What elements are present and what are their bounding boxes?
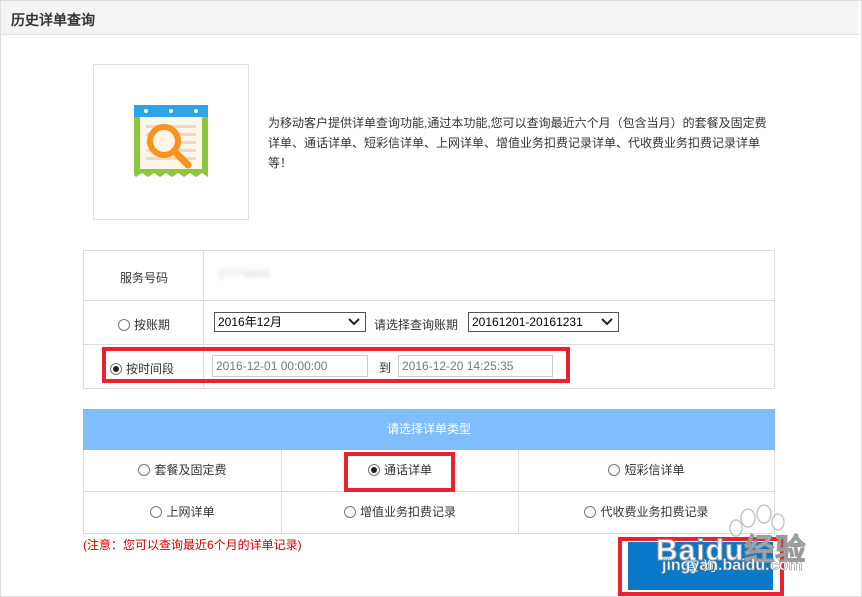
bill-search-icon bbox=[134, 105, 208, 177]
highlight-call-detail bbox=[344, 452, 455, 492]
service-number-row: 服务号码 1****4444 bbox=[84, 251, 774, 301]
chevron-down-icon bbox=[348, 318, 360, 326]
chevron-down-icon bbox=[601, 318, 613, 326]
type-radio[interactable] bbox=[584, 506, 597, 518]
detail-type-header: 请选择详单类型 bbox=[83, 409, 775, 450]
type-option-sms[interactable]: 短彩信详单 bbox=[519, 450, 774, 491]
highlight-time-range bbox=[102, 347, 570, 383]
notice-text: (注意：您可以查询最近6个月的详单记录) bbox=[83, 538, 302, 552]
service-number-label: 服务号码 bbox=[119, 271, 168, 285]
by-period-radio[interactable] bbox=[117, 319, 130, 331]
month-select[interactable]: 2016年12月 bbox=[214, 312, 366, 332]
type-option-internet[interactable]: 上网详单 bbox=[84, 492, 281, 533]
feature-description: 为移动客户提供详单查询功能,通过本功能,您可以查询最近六个月（包含当月）的套餐及… bbox=[268, 116, 767, 170]
type-radio[interactable] bbox=[343, 506, 356, 518]
page-title: 历史详单查询 bbox=[11, 12, 95, 28]
type-option-value-added[interactable]: 增值业务扣费记录 bbox=[282, 492, 518, 533]
watermark-url: jingyan.baidu.com bbox=[662, 557, 803, 575]
type-radio[interactable] bbox=[608, 464, 621, 476]
feature-illustration bbox=[93, 64, 249, 220]
type-radio[interactable] bbox=[138, 464, 151, 476]
type-radio[interactable] bbox=[150, 506, 163, 518]
period-prompt: 请选择查询账期 bbox=[374, 318, 459, 332]
by-period-option[interactable]: 按账期 bbox=[84, 316, 204, 333]
period-select[interactable]: 20161201-20161231 bbox=[468, 312, 619, 332]
service-number-value: 1****4444 bbox=[218, 267, 271, 281]
by-period-row: 按账期 2016年12月 请选择查询账期 20161201-20161231 bbox=[84, 301, 774, 345]
type-option-package[interactable]: 套餐及固定费 bbox=[84, 450, 281, 491]
page-header: 历史详单查询 bbox=[1, 1, 859, 35]
